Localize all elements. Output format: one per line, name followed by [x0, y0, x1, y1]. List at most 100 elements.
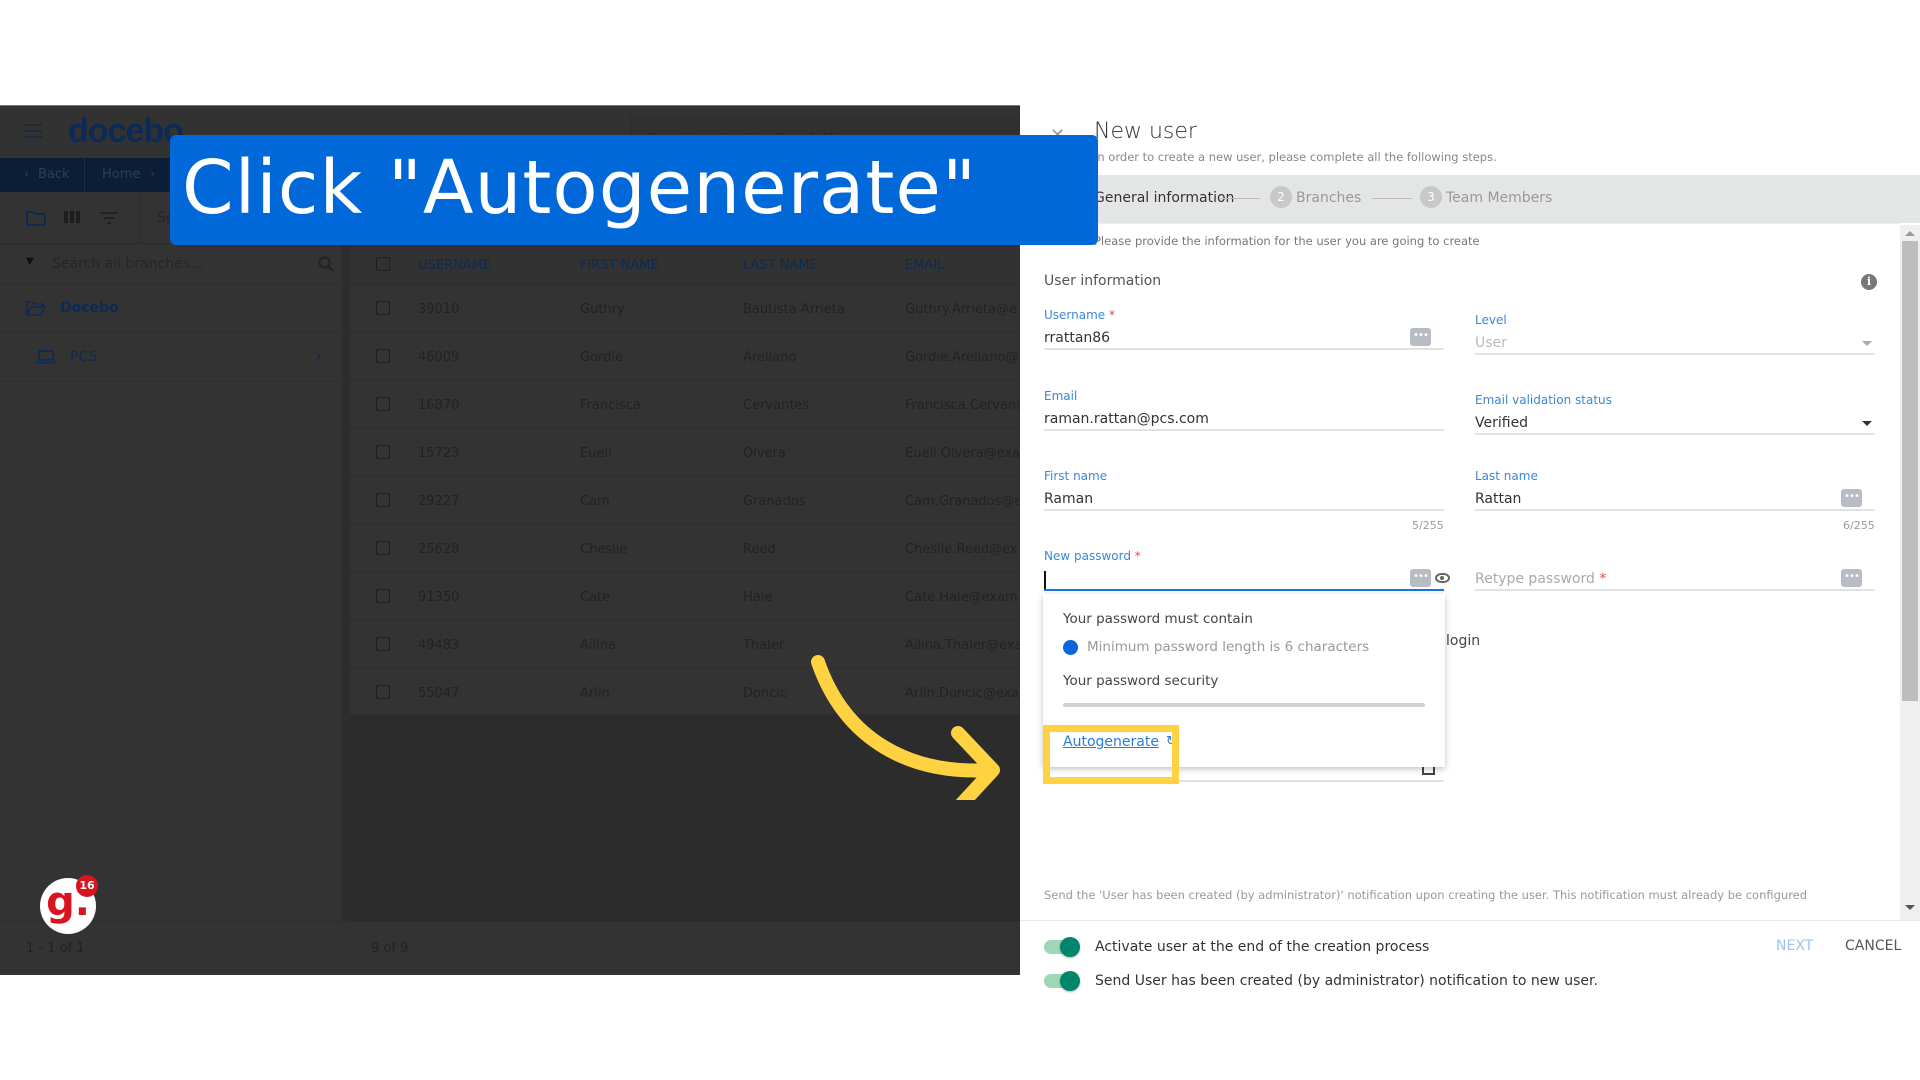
table-cell: Cam.Granados@e — [905, 494, 1020, 509]
table-cell: 91350 — [418, 590, 460, 605]
table-cell: Euell — [580, 446, 612, 461]
step-team-members[interactable]: Team Members — [1446, 190, 1552, 206]
users-table: USERNAME FIRST NAME LAST NAME EMAIL 3901… — [350, 244, 1020, 717]
table-cell: Euell.Olvera@exa — [905, 446, 1020, 461]
search-icon[interactable] — [318, 256, 334, 272]
table-cell: Doncic — [743, 686, 788, 701]
branch-search-input[interactable]: Search all branches... — [52, 256, 203, 272]
chevron-down-icon — [1862, 341, 1872, 346]
table-row[interactable]: 39010 Guthry Bautista Arrieta Guthry.Arriet… — [350, 285, 1020, 333]
scroll-up-icon[interactable] — [1905, 231, 1915, 236]
send-notification-toggle[interactable] — [1044, 971, 1080, 991]
char-counter: 5/255 — [1412, 519, 1444, 532]
column-header[interactable]: EMAIL — [905, 258, 944, 273]
table-cell: Guthry — [580, 302, 625, 317]
step-3-number: 3 — [1420, 186, 1442, 208]
password-manager-icon[interactable]: ••• — [1841, 569, 1862, 587]
table-row[interactable]: 25628 Cheslie Reed Cheslie.Reed@ex — [350, 525, 1020, 573]
activate-user-toggle[interactable] — [1044, 937, 1080, 957]
field-underline — [1475, 589, 1875, 591]
sidebar-item-label: Docebo — [60, 300, 119, 316]
column-header[interactable]: FIRST NAME — [580, 258, 659, 273]
table-cell: Reed — [743, 542, 776, 557]
filter-icon[interactable] — [100, 210, 118, 224]
toolbar-divider — [140, 192, 141, 244]
row-checkbox[interactable] — [376, 349, 390, 363]
row-checkbox[interactable] — [376, 301, 390, 315]
last-name-input[interactable]: Rattan — [1475, 491, 1521, 507]
back-button[interactable]: Back — [38, 167, 70, 182]
scrollbar-thumb[interactable] — [1902, 241, 1918, 701]
password-manager-icon[interactable]: ••• — [1410, 328, 1431, 346]
table-cell: Arlin — [580, 686, 610, 701]
row-checkbox[interactable] — [376, 541, 390, 555]
sidebar-item-docebo[interactable]: Docebo — [0, 285, 342, 333]
table-cell: Gordie — [580, 350, 624, 365]
table-row[interactable]: 29227 Cam Granados Cam.Granados@e — [350, 477, 1020, 525]
row-checkbox[interactable] — [376, 685, 390, 699]
instruction-banner: Click "Autogenerate" — [170, 135, 1098, 245]
sidebar-pagination: 1 - 1 of 1 — [26, 941, 85, 956]
password-manager-icon[interactable]: ••• — [1410, 569, 1431, 587]
char-counter: 6/255 — [1843, 519, 1875, 532]
caret-down-icon[interactable]: ▼ — [26, 256, 34, 267]
laptop-icon — [36, 350, 56, 364]
branch-search[interactable]: ▼ Search all branches... — [0, 244, 342, 285]
step-branches[interactable]: Branches — [1296, 190, 1361, 206]
table-row[interactable]: 15723 Euell Olvera Euell.Olvera@exa — [350, 429, 1020, 477]
first-name-input[interactable]: Raman — [1044, 491, 1093, 507]
breadcrumb-home[interactable]: Home — [102, 167, 140, 182]
row-checkbox[interactable] — [376, 493, 390, 507]
sidebar-item-pcs[interactable]: PCS › — [0, 334, 342, 382]
notification-count-badge: 16 — [76, 875, 98, 897]
eye-icon[interactable] — [1435, 573, 1450, 583]
table-cell: Arellano — [743, 350, 797, 365]
row-checkbox[interactable] — [376, 589, 390, 603]
table-cell: 46009 — [418, 350, 460, 365]
table-cell: Bautista Arrieta — [743, 302, 845, 317]
table-cell: 15723 — [418, 446, 460, 461]
table-row[interactable]: 16870 Francisca Cervantes Francisca.Cervant — [350, 381, 1020, 429]
username-label: Username * — [1044, 308, 1115, 322]
row-checkbox[interactable] — [376, 445, 390, 459]
docebo-logo: docebo — [68, 112, 184, 150]
retype-password-input[interactable]: Retype password * — [1475, 571, 1606, 587]
form-scroll-area: User information i Username * rrattan86 … — [1020, 223, 1920, 991]
last-name-label: Last name — [1475, 469, 1538, 483]
scrollbar[interactable] — [1900, 225, 1920, 920]
back-chevron-icon: ‹ — [24, 167, 30, 182]
folder-icon[interactable] — [26, 210, 46, 226]
row-checkbox[interactable] — [376, 397, 390, 411]
column-header[interactable]: LAST NAME — [743, 258, 818, 273]
info-icon[interactable]: i — [1861, 274, 1877, 290]
menu-icon[interactable] — [24, 124, 42, 138]
field-underline — [1044, 429, 1444, 431]
username-input[interactable]: rrattan86 — [1044, 330, 1110, 346]
text-cursor — [1044, 571, 1046, 589]
level-select[interactable]: User — [1475, 335, 1507, 351]
chevron-right-icon[interactable]: › — [315, 346, 322, 367]
table-cell: Olvera — [743, 446, 786, 461]
section-title: User information — [1044, 273, 1162, 289]
row-checkbox[interactable] — [376, 637, 390, 651]
first-name-label: First name — [1044, 469, 1108, 483]
table-cell: 29227 — [418, 494, 460, 509]
password-security-label: Your password security — [1063, 673, 1219, 689]
table-cell: 25628 — [418, 542, 460, 557]
column-header[interactable]: USERNAME — [418, 258, 491, 273]
scroll-down-icon[interactable] — [1905, 905, 1915, 910]
new-password-input[interactable] — [1044, 571, 1384, 589]
branch-sidebar: ▼ Search all branches... Docebo PCS › Sh… — [0, 244, 350, 975]
folder-open-icon — [26, 301, 46, 316]
field-underline-active — [1044, 589, 1444, 591]
next-button[interactable]: NEXT — [1776, 938, 1813, 954]
columns-icon[interactable] — [64, 210, 82, 224]
password-manager-icon[interactable]: ••• — [1841, 489, 1862, 507]
email-input[interactable]: raman.rattan@pcs.com — [1044, 411, 1209, 427]
email-validation-select[interactable]: Verified — [1475, 415, 1528, 431]
cancel-button[interactable]: CANCEL — [1845, 938, 1901, 954]
table-row[interactable]: 91350 Cate Hale Cate.Hale@exam — [350, 573, 1020, 621]
step-general-information[interactable]: General information — [1094, 190, 1234, 206]
select-all-checkbox[interactable] — [376, 257, 390, 271]
table-row[interactable]: 46009 Gordie Arellano Gordie.Arellano@ — [350, 333, 1020, 381]
